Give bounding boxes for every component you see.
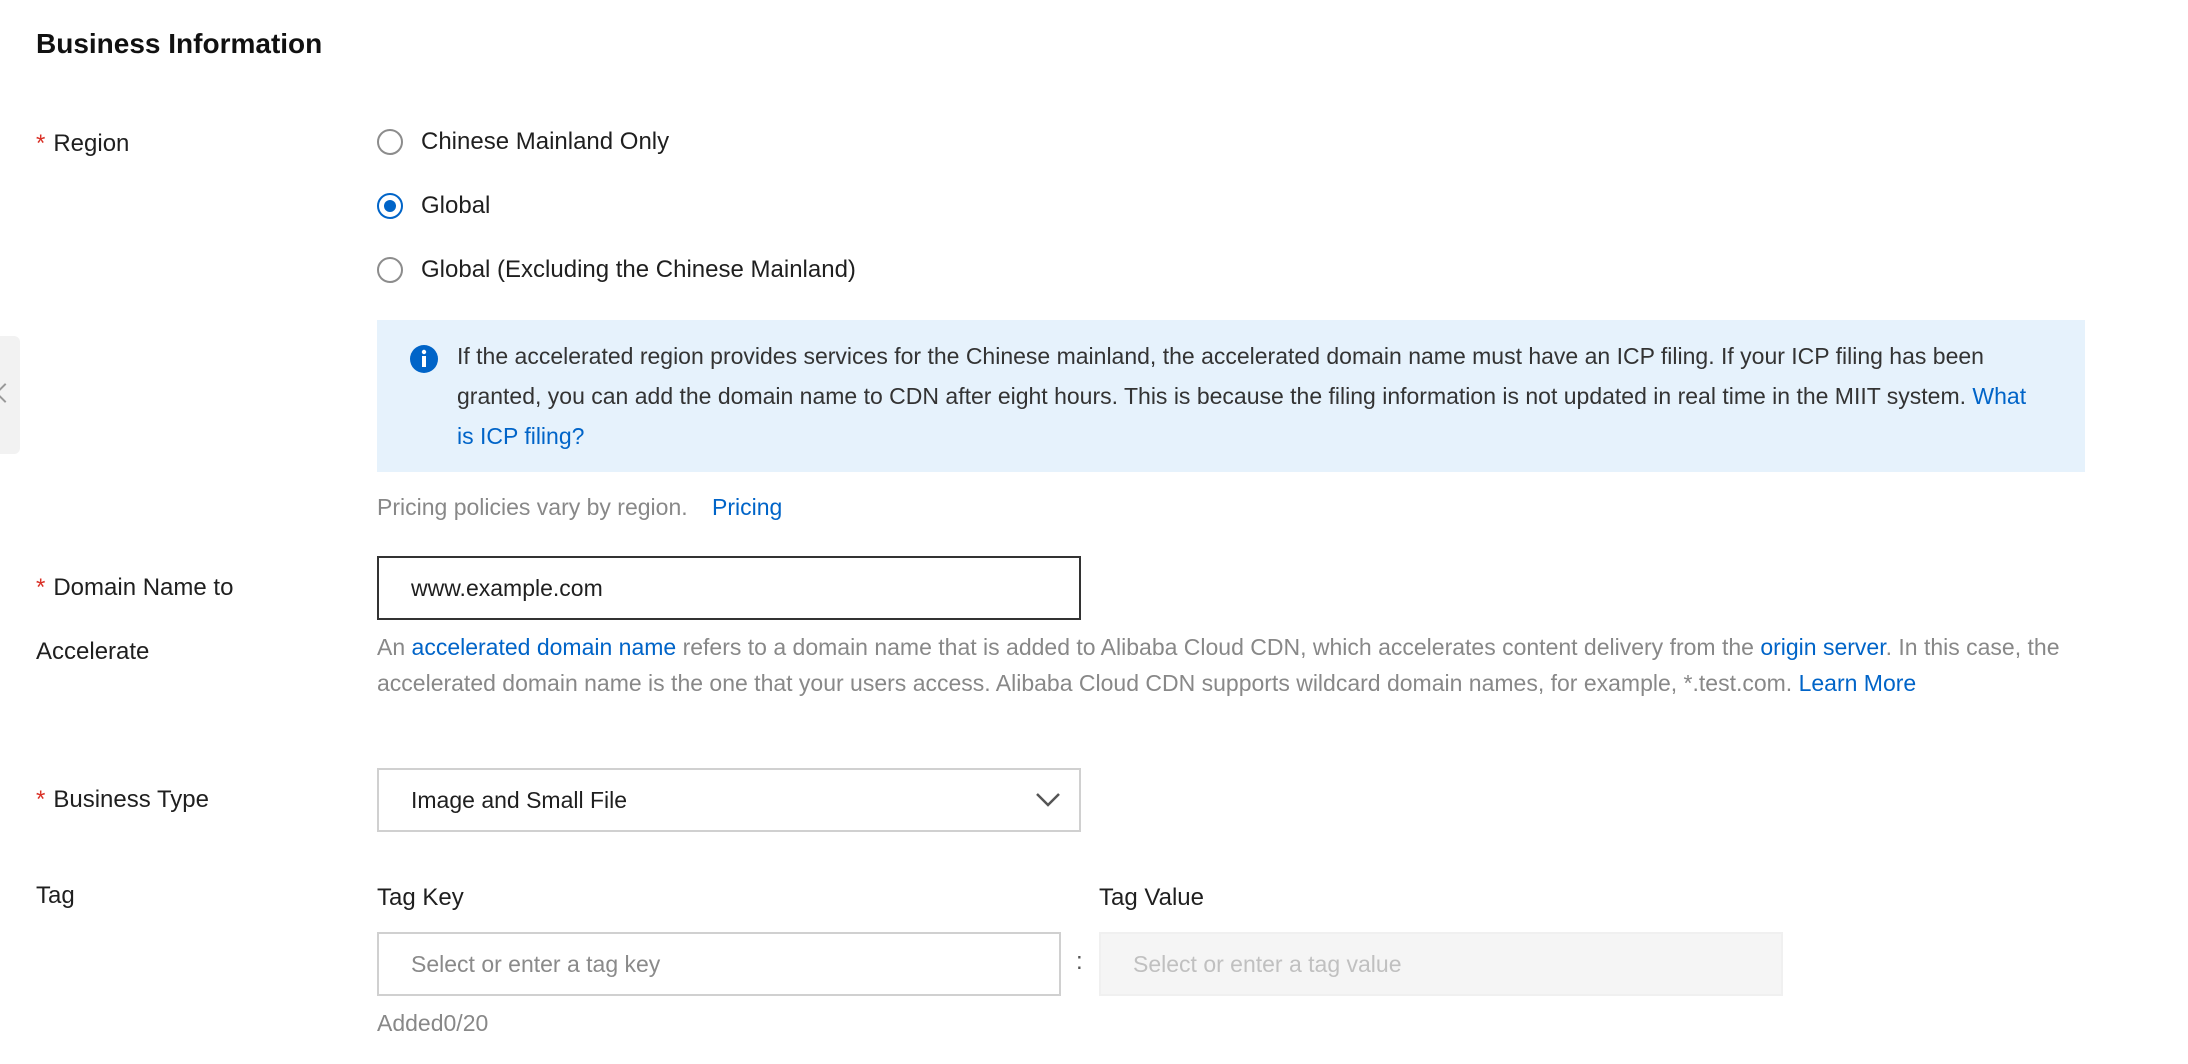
radio-button[interactable]: [377, 257, 403, 283]
radio-global-excluding-mainland[interactable]: Global (Excluding the Chinese Mainland): [377, 256, 856, 284]
business-type-select[interactable]: Image and Small File: [377, 768, 1081, 832]
required-marker: *: [36, 574, 46, 601]
learn-more-link[interactable]: Learn More: [1799, 670, 1917, 696]
radio-button-checked[interactable]: [377, 193, 403, 219]
notice-text: If the accelerated region provides servi…: [457, 343, 1984, 409]
pricing-row: Pricing policies vary by region. Pricing: [377, 494, 782, 521]
icp-notice-box: If the accelerated region provides servi…: [377, 320, 2085, 472]
required-marker: *: [36, 130, 46, 157]
required-marker: *: [36, 786, 46, 813]
radio-button[interactable]: [377, 129, 403, 155]
section-title: Business Information: [36, 28, 323, 59]
side-collapse-handle[interactable]: [0, 336, 20, 454]
business-type-value: Image and Small File: [411, 786, 628, 813]
domain-label-line2: Accelerate: [36, 638, 150, 665]
tag-separator: :: [1076, 948, 1083, 975]
tag-value-input[interactable]: Select or enter a tag value: [1099, 932, 1783, 996]
tag-key-input[interactable]: Select or enter a tag key: [377, 932, 1061, 996]
domain-label-line1: * Domain Name to: [36, 574, 234, 601]
radio-global[interactable]: Global: [377, 192, 490, 220]
tag-value-placeholder: Select or enter a tag value: [1133, 950, 1402, 977]
tag-key-placeholder: Select or enter a tag key: [411, 950, 661, 977]
info-circle-icon: [409, 344, 439, 379]
accelerated-domain-name-link[interactable]: accelerated domain name: [412, 634, 677, 660]
radio-chinese-mainland-only[interactable]: Chinese Mainland Only: [377, 128, 669, 156]
radio-label: Global (Excluding the Chinese Mainland): [421, 256, 856, 283]
tag-label: Tag: [36, 882, 75, 909]
pricing-link[interactable]: Pricing: [712, 494, 782, 520]
tag-key-label: Tag Key: [377, 884, 464, 911]
domain-name-input[interactable]: www.example.com: [377, 556, 1081, 620]
domain-description: An accelerated domain name refers to a d…: [377, 634, 2060, 696]
radio-label: Chinese Mainland Only: [421, 128, 670, 155]
business-type-label: * Business Type: [36, 786, 209, 813]
tag-value-label: Tag Value: [1099, 884, 1204, 911]
radio-label: Global: [421, 192, 491, 219]
chevron-down-icon: [1033, 788, 1063, 818]
region-label: * Region: [36, 130, 130, 157]
domain-name-value: www.example.com: [411, 574, 603, 601]
origin-server-link[interactable]: origin server: [1760, 634, 1885, 660]
pricing-hint: Pricing policies vary by region.: [377, 494, 688, 520]
tag-count: Added0/20: [377, 1010, 489, 1036]
